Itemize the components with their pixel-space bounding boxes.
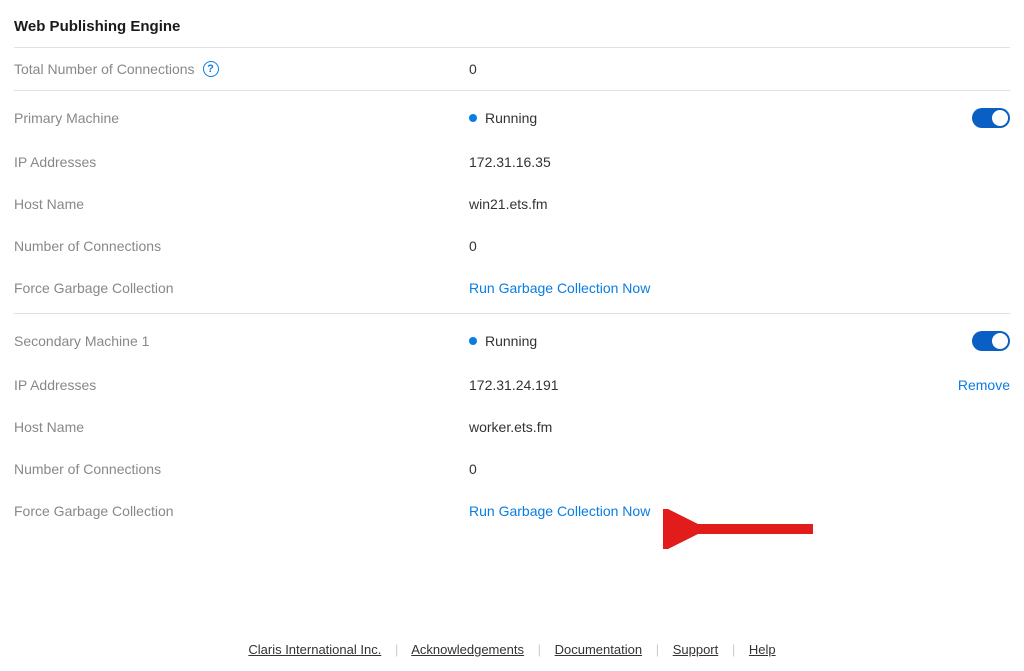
section-title: Web Publishing Engine <box>14 18 1010 47</box>
primary-status-value: Running <box>485 110 537 126</box>
secondary-conn-value: 0 <box>469 461 890 477</box>
primary-gc-row: Force Garbage Collection Run Garbage Col… <box>14 267 1010 309</box>
secondary-gc-button[interactable]: Run Garbage Collection Now <box>469 503 650 519</box>
primary-machine-label: Primary Machine <box>14 110 119 126</box>
primary-gc-button[interactable]: Run Garbage Collection Now <box>469 280 650 296</box>
total-connections-value: 0 <box>469 61 890 77</box>
primary-ip-value: 172.31.16.35 <box>469 154 890 170</box>
footer: Claris International Inc. | Acknowledgem… <box>0 642 1024 657</box>
help-icon[interactable]: ? <box>203 61 219 77</box>
footer-acknowledgements-link[interactable]: Acknowledgements <box>411 642 524 657</box>
primary-ip-label: IP Addresses <box>14 154 96 170</box>
secondary-toggle[interactable] <box>972 331 1010 351</box>
status-dot-icon <box>469 114 477 122</box>
secondary-remove-button[interactable]: Remove <box>958 377 1010 393</box>
secondary-conn-label: Number of Connections <box>14 461 161 477</box>
secondary-status-value: Running <box>485 333 537 349</box>
primary-toggle[interactable] <box>972 108 1010 128</box>
primary-host-label: Host Name <box>14 196 84 212</box>
secondary-host-label: Host Name <box>14 419 84 435</box>
secondary-conn-row: Number of Connections 0 <box>14 448 1010 490</box>
secondary-host-value: worker.ets.fm <box>469 419 890 435</box>
secondary-gc-label: Force Garbage Collection <box>14 503 174 519</box>
secondary-machine-row: Secondary Machine 1 Running <box>14 318 1010 364</box>
primary-machine-row: Primary Machine Running <box>14 95 1010 141</box>
primary-host-value: win21.ets.fm <box>469 196 890 212</box>
primary-ip-row: IP Addresses 172.31.16.35 <box>14 141 1010 183</box>
footer-separator: | <box>538 642 541 657</box>
status-dot-icon <box>469 337 477 345</box>
primary-conn-row: Number of Connections 0 <box>14 225 1010 267</box>
footer-separator: | <box>732 642 735 657</box>
footer-separator: | <box>656 642 659 657</box>
secondary-machine-label: Secondary Machine 1 <box>14 333 149 349</box>
secondary-gc-row: Force Garbage Collection Run Garbage Col… <box>14 490 1010 532</box>
footer-support-link[interactable]: Support <box>673 642 719 657</box>
primary-conn-label: Number of Connections <box>14 238 161 254</box>
primary-conn-value: 0 <box>469 238 890 254</box>
primary-host-row: Host Name win21.ets.fm <box>14 183 1010 225</box>
total-connections-label: Total Number of Connections <box>14 61 195 77</box>
footer-documentation-link[interactable]: Documentation <box>555 642 642 657</box>
secondary-ip-label: IP Addresses <box>14 377 96 393</box>
footer-company-link[interactable]: Claris International Inc. <box>248 642 381 657</box>
total-connections-row: Total Number of Connections ? 0 <box>14 48 1010 90</box>
footer-help-link[interactable]: Help <box>749 642 776 657</box>
secondary-ip-value: 172.31.24.191 <box>469 377 890 393</box>
secondary-ip-row: IP Addresses 172.31.24.191 Remove <box>14 364 1010 406</box>
secondary-host-row: Host Name worker.ets.fm <box>14 406 1010 448</box>
footer-separator: | <box>395 642 398 657</box>
primary-gc-label: Force Garbage Collection <box>14 280 174 296</box>
